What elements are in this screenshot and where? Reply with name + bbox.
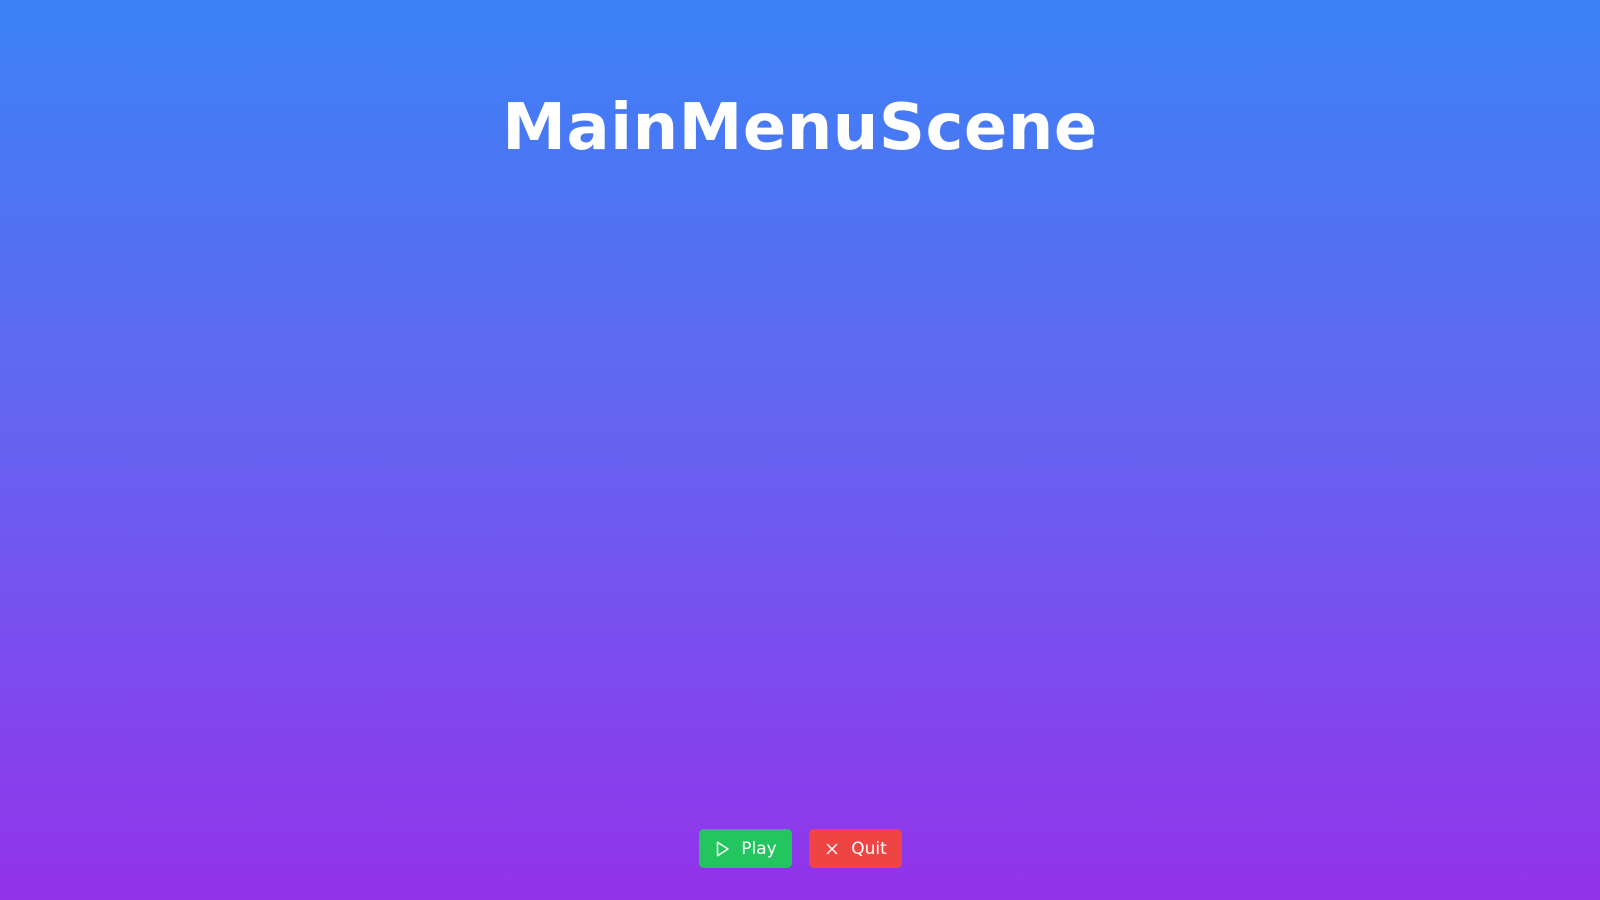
scene-title: MainMenuScene <box>502 91 1098 165</box>
play-icon <box>713 840 731 858</box>
play-button-label: Play <box>741 838 777 859</box>
main-menu-scene: MainMenuScene Play Quit <box>0 0 1600 900</box>
menu-button-bar: Play Quit <box>0 829 1600 868</box>
quit-button-label: Quit <box>851 838 887 859</box>
play-button[interactable]: Play <box>698 829 792 868</box>
quit-button[interactable]: Quit <box>808 829 902 868</box>
close-icon <box>823 840 841 858</box>
